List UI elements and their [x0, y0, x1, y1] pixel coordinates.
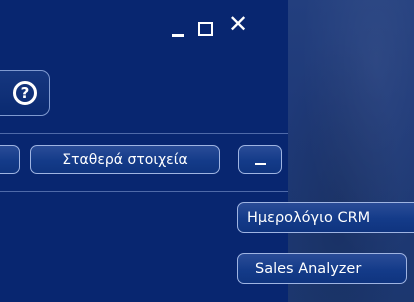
divider	[0, 133, 288, 134]
help-button[interactable]: ?	[0, 70, 50, 116]
collapse-button[interactable]	[238, 145, 282, 174]
sales-analyzer-button[interactable]: Sales Analyzer	[237, 253, 407, 284]
divider	[0, 191, 288, 192]
help-icon: ?	[13, 81, 37, 105]
previous-toolbar-button[interactable]	[0, 145, 20, 174]
minimize-icon[interactable]	[172, 34, 184, 37]
fixed-data-button[interactable]: Σταθερά στοιχεία	[30, 145, 220, 174]
crm-calendar-button[interactable]: Ημερολόγιο CRM	[237, 202, 414, 233]
minus-icon	[254, 162, 266, 165]
maximize-icon[interactable]	[198, 22, 213, 36]
close-icon[interactable]: ✕	[228, 12, 248, 36]
